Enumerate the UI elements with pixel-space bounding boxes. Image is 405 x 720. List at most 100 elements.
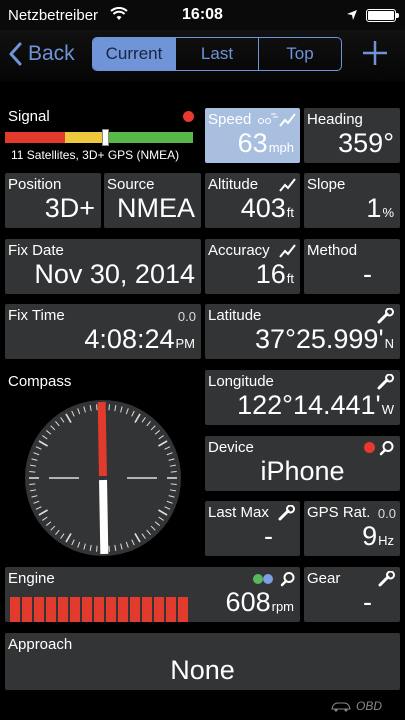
fix-date-value: Nov 30, 2014 — [34, 259, 195, 289]
slope-tile[interactable]: Slope 1% — [304, 173, 400, 228]
signal-strength-bar — [5, 132, 193, 143]
source-label: Source — [107, 176, 155, 193]
tab-last[interactable]: Last — [176, 38, 259, 70]
signal-tile[interactable]: Signal 11 Satellites, 3D+ GPS (NMEA) — [5, 108, 201, 165]
fix-time-tag: 0.0 — [177, 309, 196, 324]
source-value: NMEA — [116, 193, 195, 223]
approach-label: Approach — [8, 636, 73, 653]
compass-tick — [29, 483, 36, 485]
device-value: iPhone — [260, 456, 345, 486]
position-label: Position — [8, 176, 62, 193]
brand-label: OBD — [356, 699, 383, 713]
chevron-left-icon — [9, 42, 22, 66]
engine-label: Engine — [8, 570, 55, 587]
latitude-value: 37°25.999'N — [255, 324, 394, 354]
fix-date-tile[interactable]: Fix Date Nov 30, 2014 — [5, 239, 201, 294]
speed-value: 63mph — [237, 128, 294, 158]
gps-rate-label: GPS Rat. — [307, 504, 371, 521]
last-max-tile[interactable]: Last Max - — [205, 501, 300, 556]
engine-rpm-segment — [142, 597, 152, 622]
method-tile[interactable]: Method - — [304, 239, 400, 294]
engine-rpm-segment — [82, 597, 92, 622]
engine-rpm-segment — [94, 597, 104, 622]
approach-value: None — [170, 655, 235, 685]
accuracy-value: 16ft — [255, 259, 294, 289]
compass-tick — [170, 483, 177, 485]
compass-tick — [29, 471, 36, 473]
engine-rpm-segment — [178, 597, 188, 622]
engine-value: 608rpm — [225, 587, 294, 617]
longitude-tile[interactable]: Longitude 122°14.441'W — [205, 370, 400, 425]
engine-rpm-segment — [22, 597, 32, 622]
gps-rate-value: 9Hz — [362, 521, 394, 551]
engine-rpm-segment — [70, 597, 80, 622]
compass-tick — [170, 471, 177, 473]
signal-level-marker — [102, 129, 109, 146]
location-arrow-icon — [346, 8, 358, 26]
source-tile[interactable]: Source NMEA — [104, 173, 201, 228]
engine-rpm-bar — [10, 597, 188, 622]
nav-bar: Back Current Last Top — [0, 30, 405, 82]
longitude-value: 122°14.441'W — [237, 390, 394, 420]
tab-top[interactable]: Top — [259, 38, 341, 70]
engine-rpm-segment — [58, 597, 68, 622]
battery-icon — [366, 9, 399, 22]
add-button[interactable] — [360, 38, 390, 68]
compass-tick — [96, 404, 98, 411]
fix-time-label: Fix Time — [8, 307, 65, 324]
engine-rpm-segment — [118, 597, 128, 622]
clock: 16:08 — [182, 6, 223, 23]
back-label: Back — [28, 42, 75, 65]
signal-status-text: 11 Satellites, 3D+ GPS (NMEA) — [11, 148, 180, 162]
wrench-icon — [378, 570, 396, 592]
latitude-tile[interactable]: Latitude 37°25.999'N — [205, 304, 400, 359]
last-max-label: Last Max — [208, 504, 269, 521]
car-icon — [331, 702, 351, 712]
gear-tile[interactable]: Gear - — [304, 567, 400, 622]
approach-tile[interactable]: Approach None — [5, 633, 400, 690]
longitude-label: Longitude — [208, 373, 274, 390]
status-bar: Netzbetreiber 16:08 — [0, 0, 405, 30]
altitude-value: 403ft — [240, 193, 294, 223]
engine-rpm-segment — [154, 597, 164, 622]
altitude-label: Altitude — [208, 176, 259, 193]
position-value: 3D+ — [44, 193, 95, 223]
gps-rate-tile[interactable]: GPS Rat. 0.0 9Hz — [304, 501, 400, 556]
dashboard: Signal 11 Satellites, 3D+ GPS (NMEA) Spe… — [0, 82, 405, 720]
device-status-dot — [364, 442, 375, 453]
compass-label: Compass — [8, 373, 72, 390]
fix-time-tile[interactable]: Fix Time 0.0 4:08:24PM — [5, 304, 201, 359]
fix-date-label: Fix Date — [8, 242, 64, 259]
accuracy-label: Accuracy — [208, 242, 270, 259]
fix-time-value: 4:08:24PM — [84, 324, 195, 354]
speed-tile[interactable]: Speed 63mph — [205, 108, 300, 163]
engine-rpm-segment — [106, 597, 116, 622]
compass-tick — [96, 545, 98, 552]
wrench-icon — [278, 504, 296, 526]
compass-tile[interactable]: Compass — [5, 370, 201, 590]
latitude-label: Latitude — [208, 307, 262, 324]
heading-tile[interactable]: Heading 359° — [304, 108, 400, 163]
compass-dial — [25, 400, 181, 556]
view-segmented-control: Current Last Top — [92, 37, 342, 71]
engine-rpm-segment — [46, 597, 56, 622]
gear-value: - — [363, 587, 372, 617]
signal-status-dot — [183, 111, 194, 122]
compass-tick — [108, 404, 110, 411]
compass-tick — [108, 545, 110, 552]
device-label: Device — [208, 439, 254, 456]
method-label: Method — [307, 242, 358, 259]
method-value: - — [363, 259, 372, 289]
last-max-value: - — [264, 521, 273, 551]
position-tile[interactable]: Position 3D+ — [5, 173, 101, 228]
device-tile[interactable]: Device iPhone — [205, 436, 400, 491]
heading-value: 359° — [338, 128, 394, 158]
back-button[interactable]: Back — [8, 38, 75, 70]
gps-rate-tag: 0.0 — [377, 506, 396, 521]
tab-current[interactable]: Current — [93, 38, 176, 70]
slope-value: 1% — [366, 193, 394, 223]
engine-tile[interactable]: Engine 608rpm — [5, 567, 300, 622]
accuracy-tile[interactable]: Accuracy 16ft — [205, 239, 300, 294]
altitude-tile[interactable]: Altitude 403ft — [205, 173, 300, 228]
signal-label: Signal — [8, 108, 50, 125]
